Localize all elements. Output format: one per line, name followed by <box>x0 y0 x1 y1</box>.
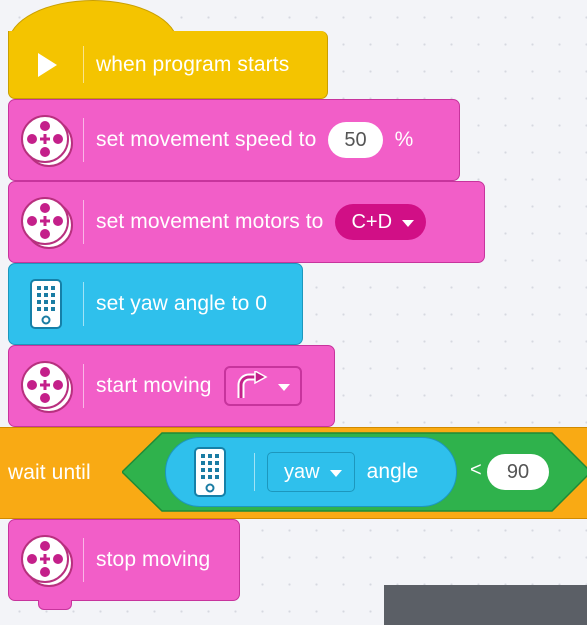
motor-wheel-icon <box>9 346 83 426</box>
hub-icon <box>166 438 254 506</box>
speed-unit: % <box>394 128 414 151</box>
set-movement-speed-block[interactable]: set movement speed to 50 % <box>8 99 460 181</box>
separator <box>83 199 84 245</box>
hat-label: when program starts <box>96 52 290 76</box>
separator <box>83 117 84 163</box>
yaw-axis-value: yaw <box>284 460 320 483</box>
chevron-down-icon <box>329 470 342 477</box>
turn-right-icon <box>237 371 268 398</box>
start-moving-label: start moving <box>96 374 212 397</box>
separator <box>83 537 84 583</box>
speed-value-input[interactable]: 50 <box>328 122 383 158</box>
set-movement-motors-block[interactable]: set movement motors to C+D <box>8 181 485 263</box>
motor-wheel-icon <box>9 520 83 600</box>
motors-dropdown-value: C+D <box>351 210 393 233</box>
direction-dropdown[interactable] <box>223 366 302 406</box>
separator <box>254 452 255 492</box>
less-than-operator: < <box>470 459 482 481</box>
speed-label: set movement speed to <box>96 128 317 151</box>
chevron-down-icon <box>402 220 415 227</box>
when-program-starts-block[interactable]: when program starts <box>8 31 328 99</box>
stop-moving-block[interactable]: stop moving <box>8 519 240 601</box>
yaw-angle-reporter[interactable]: yaw angle <box>165 437 457 507</box>
stop-moving-label: stop moving <box>96 548 211 571</box>
compare-value-input[interactable]: 90 <box>487 454 549 490</box>
motor-wheel-icon <box>9 100 83 180</box>
play-icon <box>9 31 83 98</box>
separator <box>83 281 84 327</box>
separator <box>83 363 84 409</box>
bottom-toolbar <box>384 585 587 625</box>
wait-until-label: wait until <box>8 461 91 484</box>
set-yaw-angle-block[interactable]: set yaw angle to 0 <box>8 263 303 345</box>
start-moving-block[interactable]: start moving <box>8 345 335 427</box>
motor-wheel-icon <box>9 182 83 262</box>
separator <box>83 45 84 84</box>
motors-label: set movement motors to <box>96 210 324 233</box>
yaw-reset-label: set yaw angle to 0 <box>96 292 268 315</box>
motors-dropdown[interactable]: C+D <box>335 204 427 240</box>
block-canvas[interactable]: when program starts set movement speed t… <box>0 0 587 625</box>
yaw-angle-label: angle <box>366 460 419 483</box>
chevron-down-icon <box>277 384 290 391</box>
hub-icon <box>9 264 83 344</box>
yaw-axis-dropdown[interactable]: yaw <box>267 452 355 492</box>
